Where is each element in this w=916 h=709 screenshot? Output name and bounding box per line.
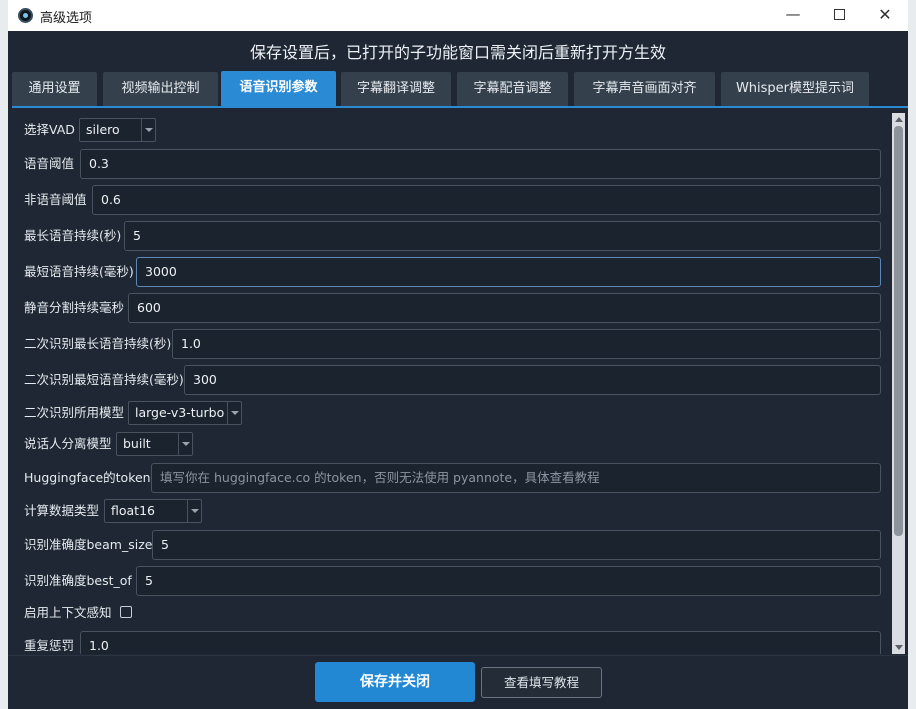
vertical-scrollbar[interactable]	[892, 113, 905, 654]
min-speech-duration-label: 最短语音持续(毫秒)	[24, 264, 134, 279]
app-logo-icon	[18, 8, 33, 23]
beam-size-input[interactable]: 5	[152, 530, 881, 560]
diarization-model-label: 说话人分离模型	[24, 436, 112, 451]
max-speech-duration-label: 最长语音持续(秒)	[24, 228, 122, 243]
diarization-model-select-value: built	[123, 436, 151, 451]
close-button[interactable]: ✕	[862, 0, 908, 31]
maximize-button[interactable]	[816, 0, 862, 31]
silence-split-input[interactable]: 600	[128, 293, 881, 323]
settings-notice: 保存设置后，已打开的子功能窗口需关闭后重新打开方生效	[249, 43, 666, 62]
compute-type-label: 计算数据类型	[24, 503, 100, 518]
window-title: 高级选项	[40, 11, 93, 26]
scroll-up-arrow-icon[interactable]	[892, 113, 905, 127]
context-aware-checkbox[interactable]	[120, 606, 132, 618]
tab-speech-recognition[interactable]: 语音识别参数	[221, 71, 336, 106]
title-bar: 高级选项 — ✕	[8, 0, 908, 31]
compute-type-select[interactable]: float16	[104, 499, 202, 523]
minimize-button[interactable]: —	[770, 0, 816, 31]
tab-video-output[interactable]: 视频输出控制	[103, 72, 218, 106]
second-min-speech-label: 二次识别最短语音持续(毫秒)	[24, 372, 184, 387]
second-min-speech-input[interactable]: 300	[184, 365, 881, 395]
hf-token-label: Huggingface的token	[24, 470, 151, 485]
second-model-select-value: large-v3-turbo	[135, 405, 225, 420]
diarization-model-select[interactable]: built	[116, 432, 193, 456]
view-tutorial-button[interactable]: 查看填写教程	[481, 667, 602, 698]
hf-token-input[interactable]: 填写你在 huggingface.co 的token，否则无法使用 pyanno…	[151, 463, 881, 493]
vad-label: 选择VAD	[24, 122, 75, 137]
second-model-select[interactable]: large-v3-turbo	[128, 401, 242, 425]
repetition-penalty-label: 重复惩罚	[24, 638, 75, 653]
maximize-icon	[833, 9, 845, 20]
vad-select-value: silero	[86, 122, 120, 137]
repetition-penalty-input[interactable]: 1.0	[80, 631, 881, 654]
beam-size-label: 识别准确度beam_size	[24, 537, 153, 552]
footer-bar: 保存并关闭 查看填写教程	[8, 655, 908, 709]
vad-select[interactable]: silero	[79, 118, 156, 142]
speech-params-panel: 选择VAD silero 语音阈值 0.3 非语音阈值 0.6 最长语音持续(秒…	[12, 108, 908, 654]
tab-subtitle-alignment[interactable]: 字幕声音画面对齐	[574, 72, 715, 106]
scrollbar-thumb[interactable]	[894, 126, 903, 536]
scroll-down-arrow-icon[interactable]	[892, 640, 905, 654]
chevron-down-icon	[187, 500, 201, 522]
min-speech-duration-input[interactable]: 3000	[136, 257, 881, 287]
window-left-edge	[0, 0, 8, 709]
second-max-speech-label: 二次识别最长语音持续(秒)	[24, 336, 172, 351]
second-max-speech-input[interactable]: 1.0	[172, 329, 881, 359]
nonspeech-threshold-label: 非语音阈值	[24, 192, 87, 207]
speech-threshold-input[interactable]: 0.3	[80, 149, 881, 179]
compute-type-select-value: float16	[111, 503, 155, 518]
window-right-edge	[908, 0, 916, 709]
max-speech-duration-input[interactable]: 5	[124, 221, 881, 251]
speech-threshold-label: 语音阈值	[24, 156, 75, 171]
tab-whisper-prompt[interactable]: Whisper模型提示词	[721, 72, 869, 106]
chevron-down-icon	[178, 433, 192, 455]
best-of-input[interactable]: 5	[136, 566, 881, 596]
tab-subtitle-translation[interactable]: 字幕翻译调整	[341, 72, 451, 106]
context-aware-label: 启用上下文感知	[24, 605, 112, 620]
chevron-down-icon	[227, 402, 241, 424]
chevron-down-icon	[141, 119, 155, 141]
tab-general[interactable]: 通用设置	[12, 72, 97, 106]
tab-subtitle-dubbing[interactable]: 字幕配音调整	[457, 72, 568, 106]
save-and-close-button[interactable]: 保存并关闭	[315, 662, 475, 702]
silence-split-label: 静音分割持续毫秒	[24, 300, 125, 315]
nonspeech-threshold-input[interactable]: 0.6	[92, 185, 881, 215]
best-of-label: 识别准确度best_of	[24, 573, 132, 588]
second-model-label: 二次识别所用模型	[24, 405, 125, 420]
